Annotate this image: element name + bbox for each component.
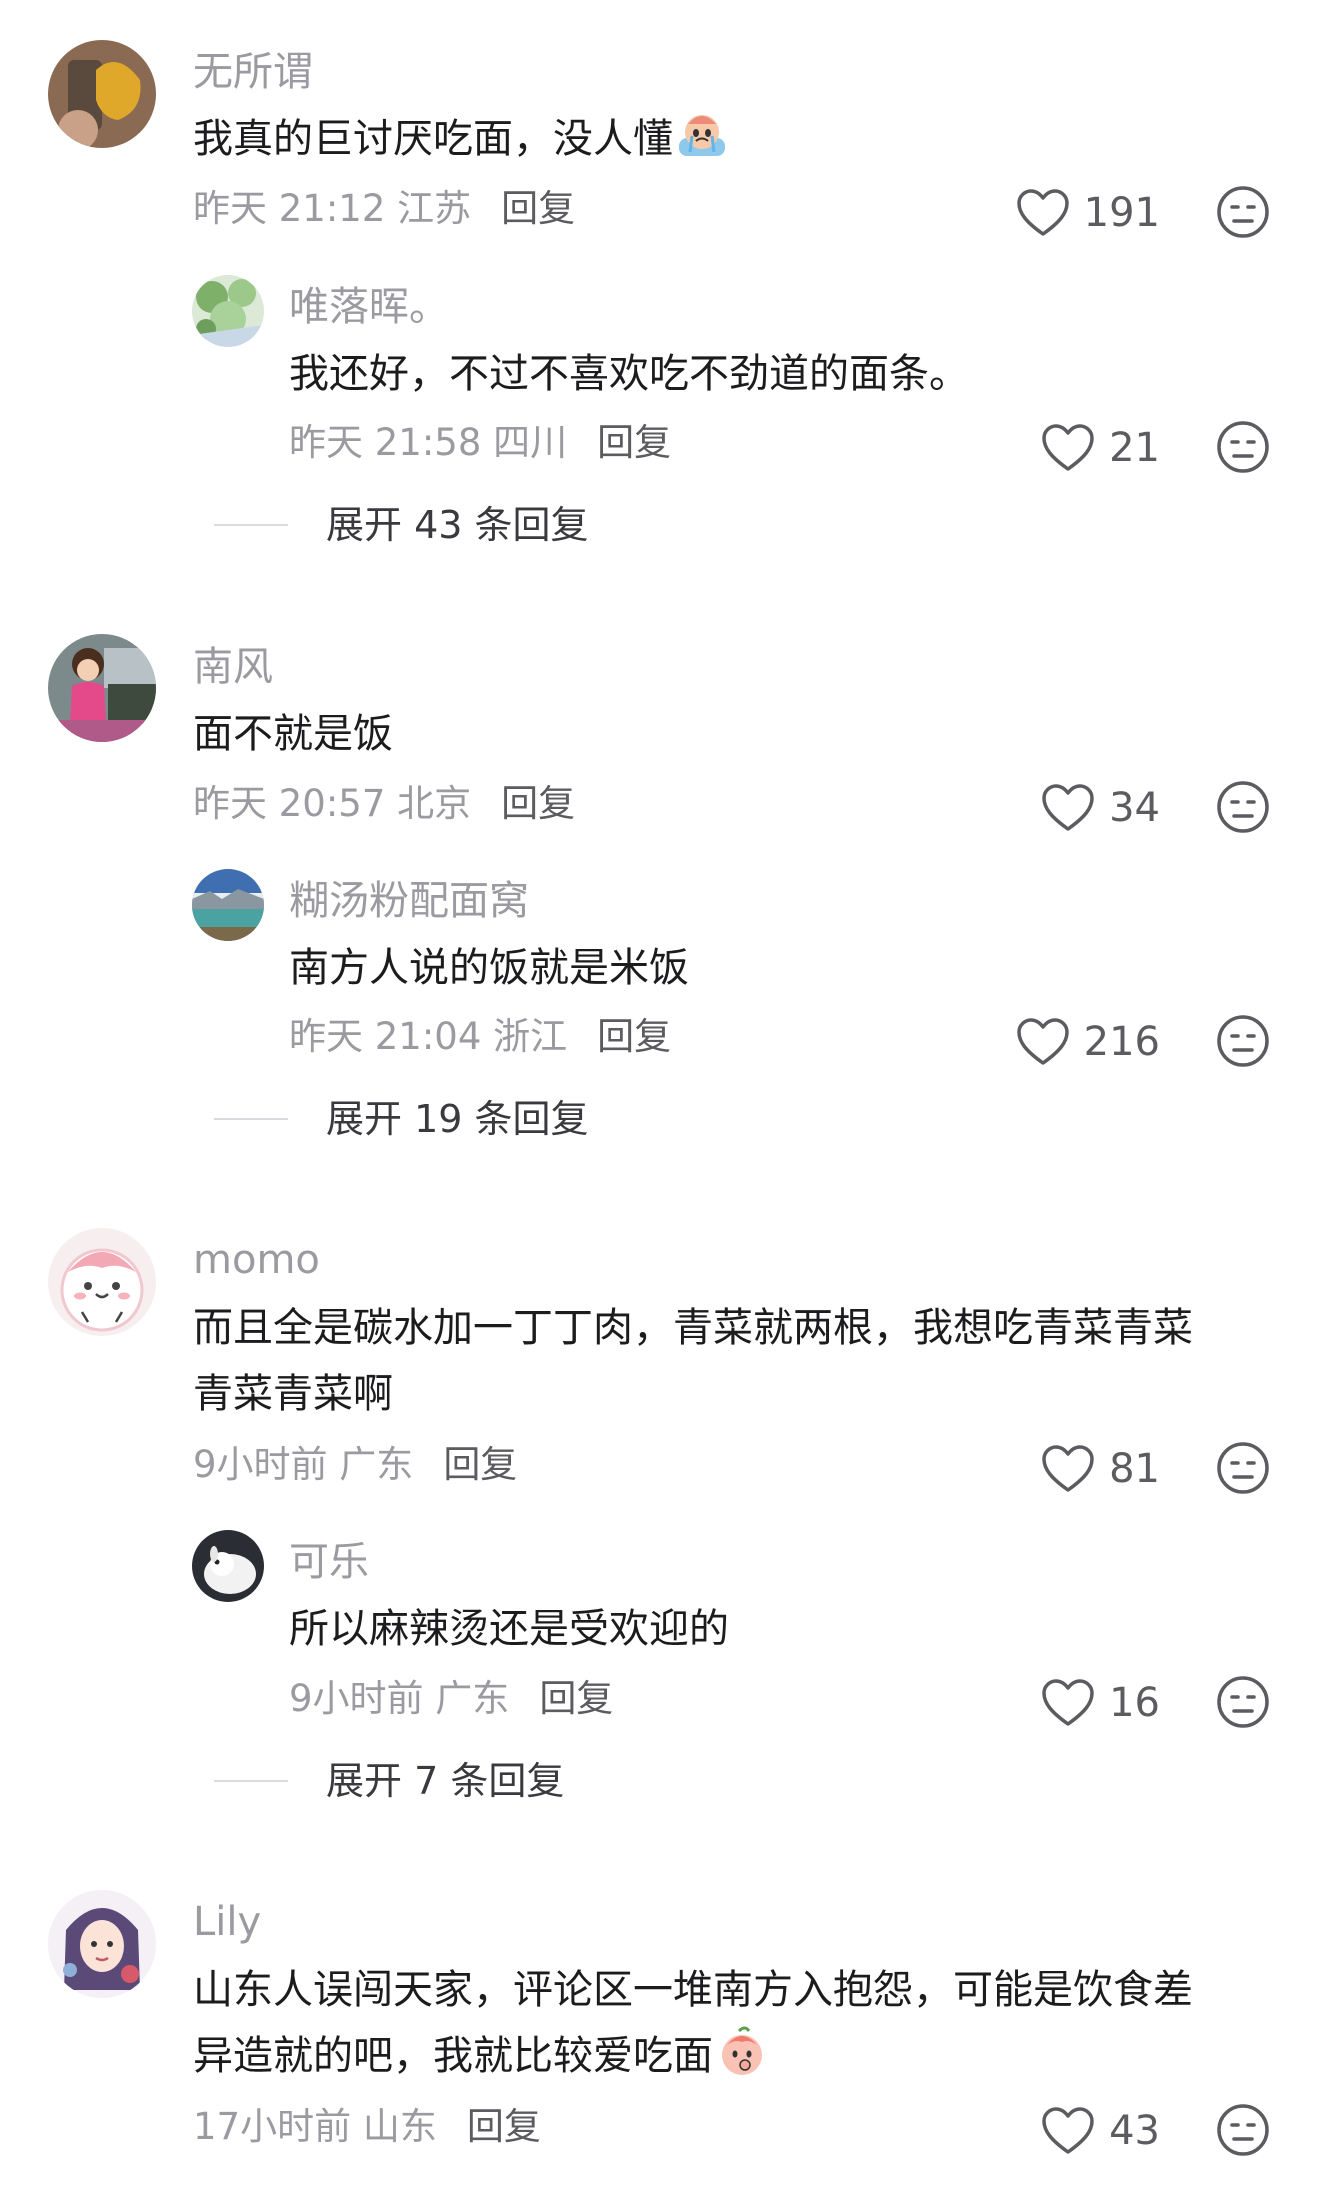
timestamp-location: 17小时前 山东 bbox=[193, 2105, 437, 2148]
reply-button[interactable]: 回复 bbox=[501, 782, 575, 825]
like-count: 43 bbox=[1109, 2108, 1160, 2154]
avatar[interactable] bbox=[48, 40, 156, 148]
reply-button[interactable]: 回复 bbox=[467, 2105, 541, 2148]
timestamp-location: 昨天 21:04 浙江 bbox=[289, 1015, 568, 1058]
timestamp-location: 昨天 20:57 北京 bbox=[193, 782, 472, 825]
heart-icon bbox=[1042, 1445, 1094, 1492]
dislike-face-icon[interactable] bbox=[1215, 2102, 1271, 2158]
dislike-face-icon[interactable] bbox=[1215, 1440, 1271, 1496]
username[interactable]: momo bbox=[193, 1237, 320, 1283]
username[interactable]: 无所谓 bbox=[193, 49, 313, 95]
timestamp-location: 9小时前 广东 bbox=[193, 1443, 414, 1486]
reply-button[interactable]: 回复 bbox=[443, 1443, 517, 1486]
username[interactable]: Lily bbox=[193, 1899, 261, 1945]
like-button[interactable]: 21 bbox=[1041, 420, 1160, 476]
heart-icon bbox=[1016, 189, 1069, 236]
heart-icon bbox=[1042, 2107, 1094, 2154]
expand-replies-button[interactable]: 展开 43 条回复 bbox=[214, 501, 589, 549]
comment-meta: 17小时前 山东 回复 bbox=[193, 2105, 541, 2149]
like-count: 34 bbox=[1109, 785, 1160, 831]
comment-text: 我真的巨讨厌吃面，没人懂 bbox=[193, 106, 1273, 172]
like-button[interactable]: 191 bbox=[1016, 185, 1160, 241]
reply-button[interactable]: 回复 bbox=[501, 187, 575, 230]
expand-replies-button[interactable]: 展开 19 条回复 bbox=[214, 1095, 589, 1143]
reply-button[interactable]: 回复 bbox=[539, 1677, 613, 1720]
dislike-face-icon[interactable] bbox=[1215, 419, 1271, 475]
crying-emoji-icon bbox=[679, 115, 725, 156]
username[interactable]: 南风 bbox=[193, 644, 273, 690]
like-count: 16 bbox=[1109, 1680, 1160, 1726]
reply-text: 我还好，不过不喜欢吃不劲道的面条。 bbox=[289, 351, 969, 397]
like-button[interactable]: 43 bbox=[1041, 2103, 1160, 2159]
comment-meta: 9小时前 广东 回复 bbox=[193, 1443, 517, 1487]
like-button[interactable]: 16 bbox=[1041, 1675, 1160, 1731]
like-count: 191 bbox=[1083, 190, 1160, 236]
reply-text: 所以麻辣烫还是受欢迎的 bbox=[289, 1606, 729, 1652]
reply-text: 南方人说的饭就是米饭 bbox=[289, 945, 689, 991]
reply-meta: 昨天 21:58 四川 回复 bbox=[289, 421, 671, 465]
timestamp-location: 昨天 21:58 四川 bbox=[289, 421, 568, 464]
reply-avatar[interactable] bbox=[192, 1530, 264, 1602]
divider bbox=[214, 1118, 288, 1120]
reply-button[interactable]: 回复 bbox=[597, 421, 671, 464]
reply-username[interactable]: 可乐 bbox=[289, 1539, 369, 1585]
avatar[interactable] bbox=[48, 634, 156, 742]
heart-icon bbox=[1042, 424, 1094, 471]
avatar[interactable] bbox=[48, 1890, 156, 1998]
divider bbox=[214, 1780, 288, 1782]
like-button[interactable]: 216 bbox=[1016, 1014, 1160, 1070]
timestamp-location: 9小时前 广东 bbox=[289, 1677, 510, 1720]
reply-username[interactable]: 糊汤粉配面窝 bbox=[289, 878, 529, 924]
like-button[interactable]: 81 bbox=[1041, 1441, 1160, 1497]
heart-icon bbox=[1042, 1679, 1094, 1726]
reply-button[interactable]: 回复 bbox=[597, 1015, 671, 1058]
dislike-face-icon[interactable] bbox=[1215, 184, 1271, 240]
divider bbox=[214, 524, 288, 526]
avatar[interactable] bbox=[48, 1228, 156, 1336]
comment-text: 面不就是饭 bbox=[193, 711, 393, 757]
reply-meta: 9小时前 广东 回复 bbox=[289, 1677, 613, 1721]
comment-text: 而且全是碳水加一丁丁肉，青菜就两根，我想吃青菜青菜 青菜青菜啊 bbox=[193, 1305, 1193, 1417]
reply-username[interactable]: 唯落晖。 bbox=[289, 284, 449, 330]
expand-replies-button[interactable]: 展开 7 条回复 bbox=[214, 1757, 564, 1805]
reply-avatar[interactable] bbox=[192, 275, 264, 347]
heart-icon bbox=[1042, 784, 1094, 831]
dislike-face-icon[interactable] bbox=[1215, 1013, 1271, 1069]
timestamp-location: 昨天 21:12 江苏 bbox=[193, 187, 472, 230]
like-count: 81 bbox=[1109, 1446, 1160, 1492]
like-count: 216 bbox=[1083, 1019, 1160, 1065]
comment-meta: 昨天 21:12 江苏 回复 bbox=[193, 187, 575, 231]
dislike-face-icon[interactable] bbox=[1215, 1674, 1271, 1730]
heart-icon bbox=[1016, 1018, 1069, 1065]
comment-meta: 昨天 20:57 北京 回复 bbox=[193, 782, 575, 826]
dislike-face-icon[interactable] bbox=[1215, 779, 1271, 835]
like-count: 21 bbox=[1109, 425, 1160, 471]
comment-text: 山东人误闯天家，评论区一堆南方入抱怨，可能是饮食差 异造就的吧，我就比较爱吃面 bbox=[193, 1967, 1193, 2079]
like-button[interactable]: 34 bbox=[1041, 780, 1160, 836]
thinking-emoji-icon bbox=[722, 2026, 762, 2075]
reply-avatar[interactable] bbox=[192, 869, 264, 941]
comment-list: 无所谓 我真的巨讨厌吃面，没人懂 昨天 21:12 江苏 回复 191 唯落晖。 … bbox=[0, 0, 1320, 2187]
reply-meta: 昨天 21:04 浙江 回复 bbox=[289, 1015, 671, 1059]
